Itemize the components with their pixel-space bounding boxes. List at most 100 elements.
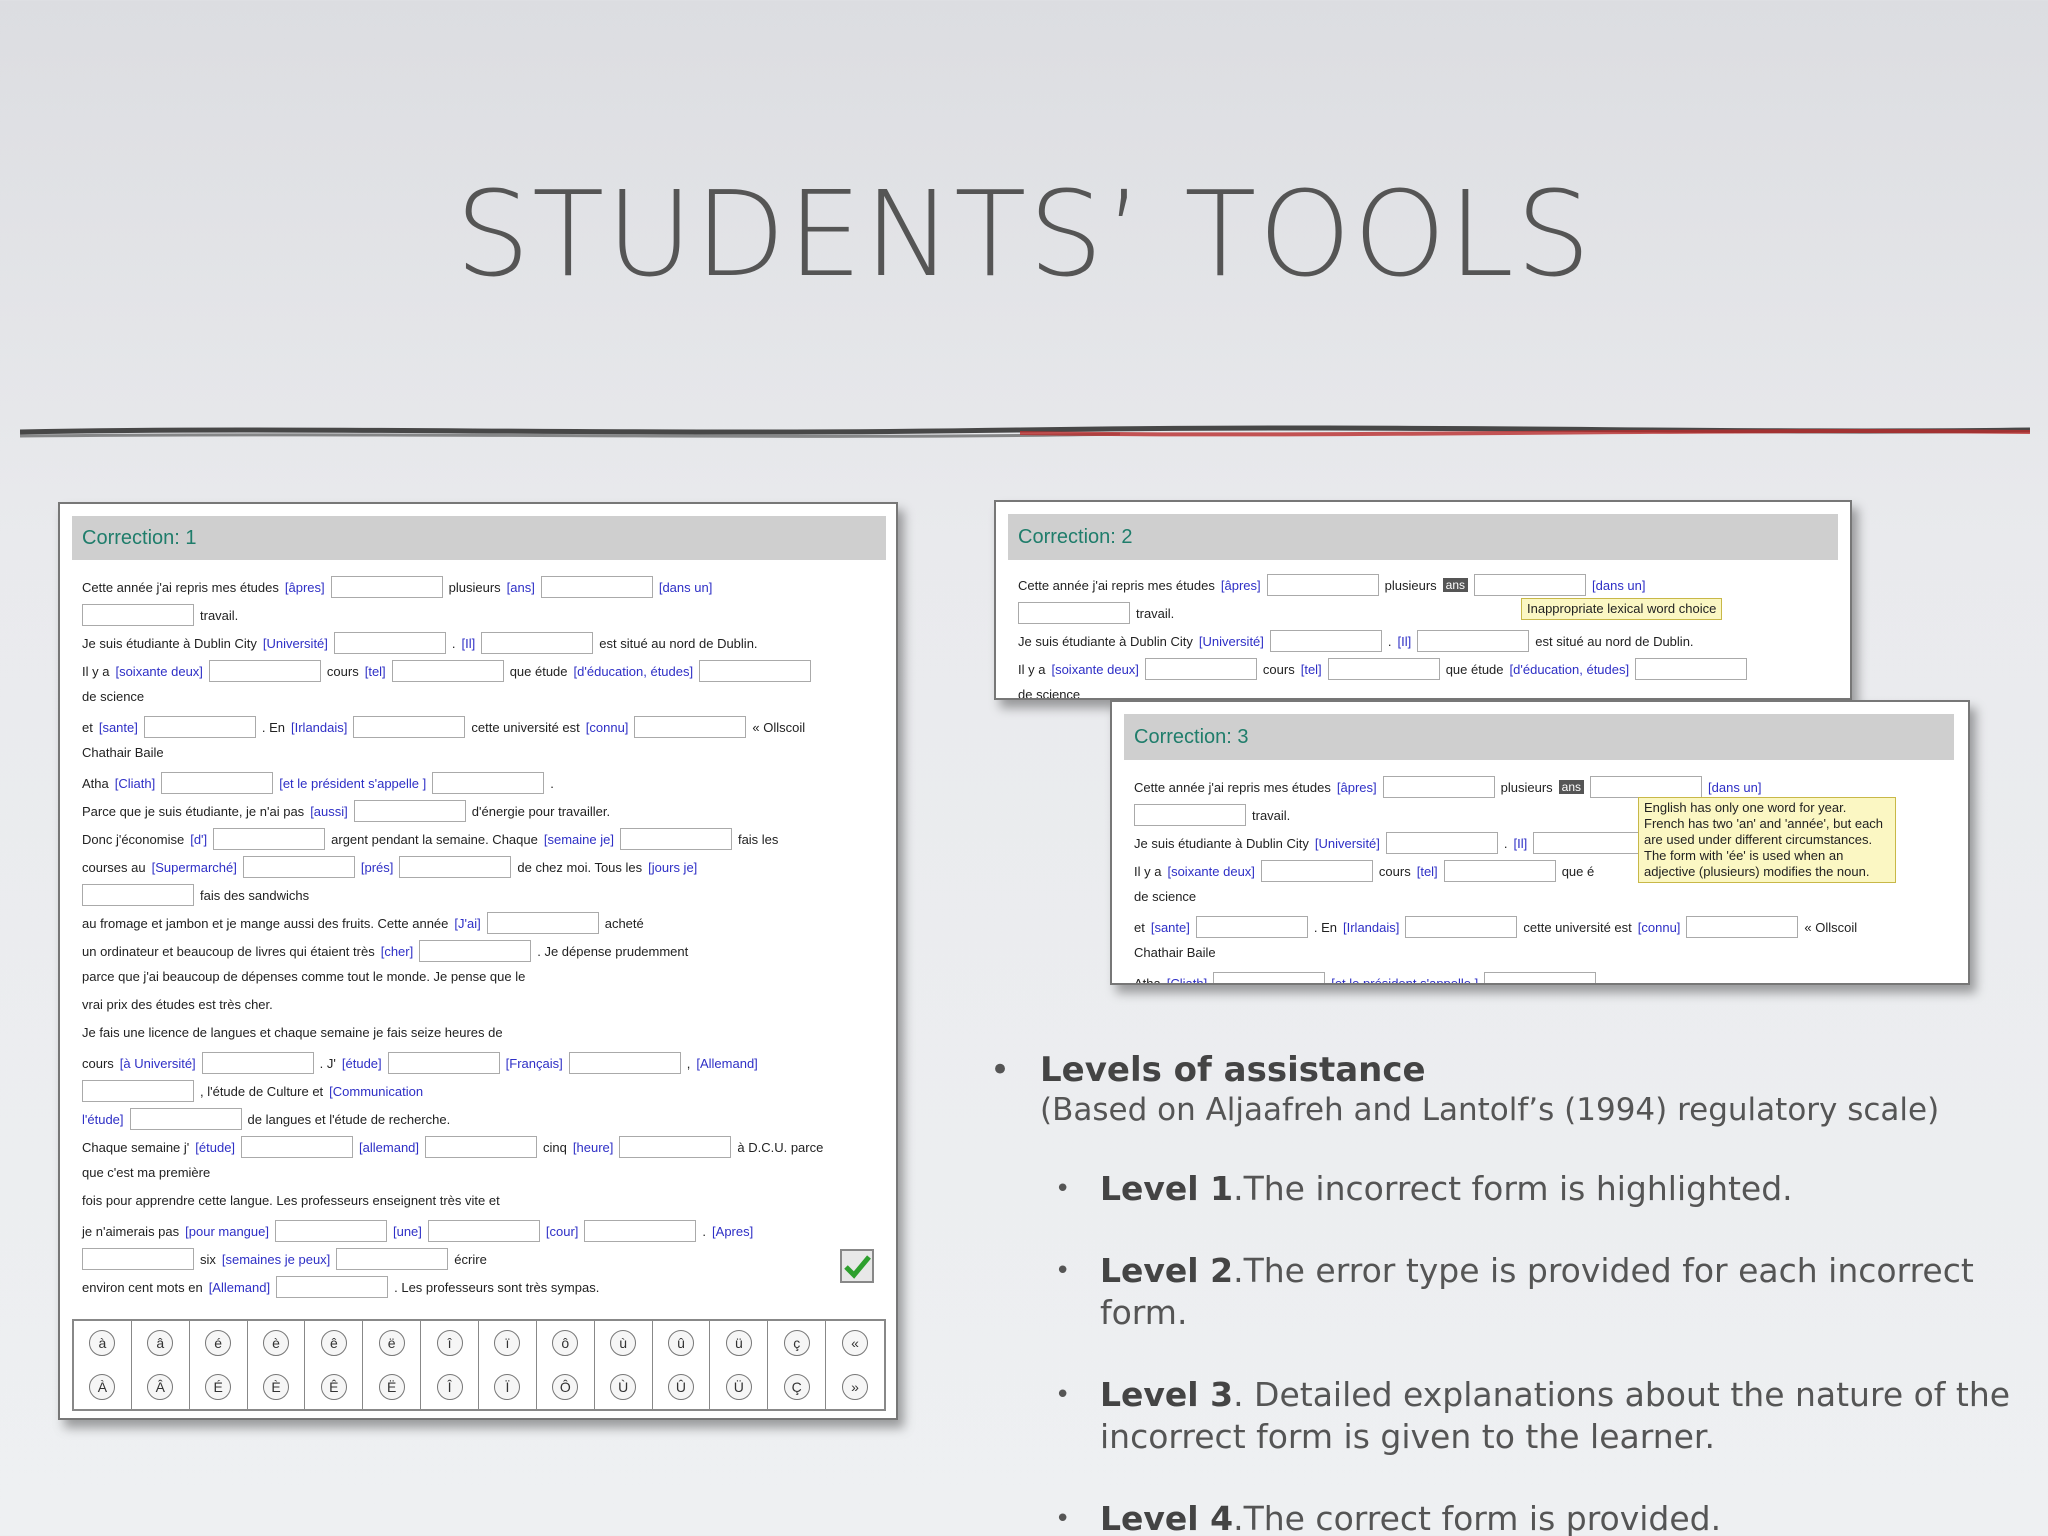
answer-input[interactable] bbox=[619, 1136, 732, 1158]
answer-input[interactable] bbox=[432, 772, 545, 794]
answer-input[interactable] bbox=[1134, 804, 1246, 826]
exercise-line: travail. bbox=[1018, 602, 1180, 624]
exercise-text: Chathair Baile bbox=[1134, 945, 1216, 961]
accent-key[interactable]: é bbox=[205, 1330, 232, 1356]
submit-check-button[interactable] bbox=[840, 1249, 874, 1283]
answer-input[interactable] bbox=[1590, 776, 1703, 798]
answer-input[interactable] bbox=[82, 604, 194, 626]
accent-key[interactable]: Ü bbox=[725, 1374, 752, 1400]
accent-key[interactable]: ç bbox=[783, 1330, 810, 1356]
answer-input[interactable] bbox=[143, 716, 256, 738]
answer-input[interactable] bbox=[333, 632, 446, 654]
answer-input[interactable] bbox=[82, 884, 194, 906]
answer-input[interactable] bbox=[481, 632, 594, 654]
answer-input[interactable] bbox=[1443, 860, 1556, 882]
accent-key[interactable]: ù bbox=[610, 1330, 637, 1356]
exercise-text: plusieurs bbox=[448, 579, 501, 595]
answer-input[interactable] bbox=[419, 940, 532, 962]
answer-input[interactable] bbox=[201, 1052, 314, 1074]
exercise-line: Atha [Cliath] [et le président s'appelle ]… bbox=[82, 772, 560, 794]
answer-input[interactable] bbox=[129, 1108, 242, 1130]
answer-input[interactable] bbox=[619, 828, 732, 850]
exercise-text: est situé au nord de Dublin. bbox=[1535, 633, 1694, 649]
answer-input[interactable] bbox=[568, 1052, 681, 1074]
accent-key[interactable]: Ï bbox=[494, 1374, 521, 1400]
accent-key[interactable]: Â bbox=[147, 1374, 174, 1400]
answer-input[interactable] bbox=[1327, 658, 1440, 680]
accent-key[interactable]: ü bbox=[725, 1330, 752, 1356]
answer-input[interactable] bbox=[82, 1248, 194, 1270]
accent-key[interactable]: Ë bbox=[378, 1374, 405, 1400]
answer-input[interactable] bbox=[1635, 658, 1748, 680]
accent-key[interactable]: î bbox=[436, 1330, 463, 1356]
accent-key[interactable]: Ê bbox=[320, 1374, 347, 1400]
highlighted-error[interactable]: ans bbox=[1442, 578, 1469, 592]
accent-key[interactable]: À bbox=[89, 1374, 116, 1400]
level-text: .The correct form is provided. bbox=[1233, 1499, 1722, 1536]
answer-input[interactable] bbox=[1213, 972, 1326, 983]
accent-key[interactable]: Û bbox=[667, 1374, 694, 1400]
answer-input[interactable] bbox=[584, 1220, 697, 1242]
answer-input[interactable] bbox=[1474, 574, 1587, 596]
correction-2-title: Correction: 2 bbox=[1008, 514, 1838, 560]
answer-input[interactable] bbox=[540, 576, 653, 598]
answer-input[interactable] bbox=[391, 660, 504, 682]
answer-input[interactable] bbox=[486, 912, 599, 934]
answer-input[interactable] bbox=[427, 1220, 540, 1242]
answer-input[interactable] bbox=[82, 1080, 194, 1102]
accent-key[interactable]: ô bbox=[552, 1330, 579, 1356]
answer-input[interactable] bbox=[276, 1276, 389, 1298]
levels-heading: • Levels of assistance bbox=[990, 1050, 1426, 1090]
exercise-text: Atha bbox=[1134, 975, 1161, 985]
answer-input[interactable] bbox=[699, 660, 812, 682]
answer-input[interactable] bbox=[1260, 860, 1373, 882]
answer-input[interactable] bbox=[1144, 658, 1257, 680]
accent-key[interactable]: É bbox=[205, 1374, 232, 1400]
hint-text: [cour] bbox=[545, 1223, 579, 1239]
accent-key[interactable]: û bbox=[667, 1330, 694, 1356]
answer-input[interactable] bbox=[241, 1136, 354, 1158]
accent-key[interactable]: Ù bbox=[610, 1374, 637, 1400]
highlighted-error[interactable]: ans bbox=[1558, 780, 1585, 794]
answer-input[interactable] bbox=[336, 1248, 449, 1270]
answer-input[interactable] bbox=[1686, 916, 1799, 938]
answer-input[interactable] bbox=[1417, 630, 1530, 652]
answer-input[interactable] bbox=[425, 1136, 538, 1158]
accent-key[interactable]: ê bbox=[320, 1330, 347, 1356]
answer-input[interactable] bbox=[330, 576, 443, 598]
accent-key[interactable]: È bbox=[262, 1374, 289, 1400]
answer-input[interactable] bbox=[387, 1052, 500, 1074]
accent-key[interactable]: à bbox=[89, 1330, 116, 1356]
exercise-text: cette université est bbox=[471, 719, 580, 735]
answer-input[interactable] bbox=[1382, 776, 1495, 798]
accent-key[interactable]: â bbox=[147, 1330, 174, 1356]
answer-input[interactable] bbox=[399, 856, 512, 878]
answer-input[interactable] bbox=[1533, 832, 1646, 854]
accent-key[interactable]: Î bbox=[436, 1374, 463, 1400]
accent-key[interactable]: « bbox=[842, 1330, 869, 1356]
accent-key[interactable]: ï bbox=[494, 1330, 521, 1356]
accent-key[interactable]: Ç bbox=[783, 1374, 810, 1400]
exercise-text: acheté bbox=[604, 915, 644, 931]
answer-input[interactable] bbox=[1266, 574, 1379, 596]
answer-input[interactable] bbox=[242, 856, 355, 878]
answer-input[interactable] bbox=[353, 716, 466, 738]
answer-input[interactable] bbox=[353, 800, 466, 822]
accent-key[interactable]: » bbox=[842, 1374, 869, 1400]
answer-input[interactable] bbox=[1484, 972, 1597, 983]
answer-input[interactable] bbox=[1405, 916, 1518, 938]
exercise-text: et bbox=[82, 719, 93, 735]
answer-input[interactable] bbox=[274, 1220, 387, 1242]
answer-input[interactable] bbox=[161, 772, 274, 794]
accent-key[interactable]: è bbox=[262, 1330, 289, 1356]
answer-input[interactable] bbox=[1195, 916, 1308, 938]
answer-input[interactable] bbox=[1385, 832, 1498, 854]
answer-input[interactable] bbox=[208, 660, 321, 682]
exercise-text: plusieurs bbox=[1500, 779, 1553, 795]
answer-input[interactable] bbox=[1269, 630, 1382, 652]
answer-input[interactable] bbox=[1018, 602, 1130, 624]
answer-input[interactable] bbox=[634, 716, 747, 738]
answer-input[interactable] bbox=[213, 828, 326, 850]
accent-key[interactable]: ë bbox=[378, 1330, 405, 1356]
accent-key[interactable]: Ô bbox=[552, 1374, 579, 1400]
